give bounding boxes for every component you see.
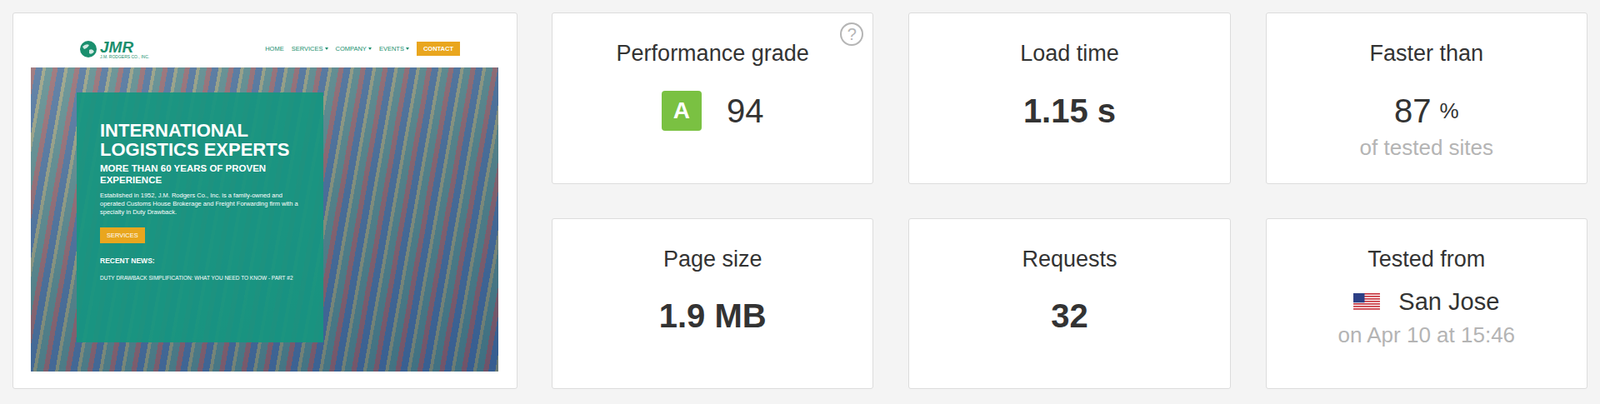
metric-value: 87 bbox=[1394, 92, 1432, 130]
chevron-down-icon bbox=[368, 47, 372, 50]
metric-note: on Apr 10 at 15:46 bbox=[1338, 322, 1516, 349]
metric-card: Load time 1.15 s bbox=[908, 12, 1230, 185]
hero-photo: INTERNATIONAL LOGISTICS EXPERTS MORE THA… bbox=[30, 67, 499, 372]
metric-label: Faster than bbox=[1370, 40, 1485, 67]
metric-card: ? Performance grade A 94 bbox=[551, 12, 874, 185]
metric-label: Tested from bbox=[1367, 246, 1485, 273]
logo-text: JMR bbox=[100, 39, 150, 55]
metric-value: 1.9 MB bbox=[659, 297, 767, 335]
metric-value: 32 bbox=[1050, 297, 1089, 335]
metric-label: Page size bbox=[663, 246, 763, 273]
chevron-down-icon bbox=[405, 47, 410, 50]
metric-label: Requests bbox=[1021, 246, 1117, 273]
site-nav: HOME SERVICES COMPANY EVENTS CONTACT bbox=[265, 41, 460, 56]
metric-value: San Jose bbox=[1398, 288, 1500, 316]
metric-card: Page size 1.9 MB bbox=[551, 218, 874, 390]
nav-item[interactable]: COMPANY bbox=[335, 45, 372, 53]
services-button[interactable]: SERVICES bbox=[100, 227, 145, 244]
site-screenshot: JMR J.M. RODGERS CO., INC. HOME SERVICES… bbox=[30, 30, 499, 372]
grade-badge: A bbox=[661, 90, 702, 131]
globe-icon bbox=[79, 40, 98, 59]
contact-button[interactable]: CONTACT bbox=[416, 41, 460, 56]
metric-label: Performance grade bbox=[616, 40, 810, 67]
hero-title: INTERNATIONAL LOGISTICS EXPERTS bbox=[100, 120, 309, 160]
site-header: JMR J.M. RODGERS CO., INC. HOME SERVICES… bbox=[30, 30, 499, 68]
metrics-grid: ? Performance grade A 94 Load time 1.15 … bbox=[551, 12, 1588, 390]
metric-value: 1.15 s bbox=[1023, 92, 1116, 130]
metric-label: Load time bbox=[1020, 40, 1120, 67]
hero-subtitle: MORE THAN 60 YEARS OF PROVEN EXPERIENCE bbox=[100, 163, 309, 187]
metric-note: of tested sites bbox=[1360, 135, 1494, 161]
metric-card: Tested from San Jose on Apr 10 at 15:46 bbox=[1265, 218, 1588, 390]
news-item[interactable]: DUTY DRAWBACK SIMPLIFICATION: WHAT YOU N… bbox=[100, 275, 309, 282]
nav-item[interactable]: SERVICES bbox=[291, 45, 329, 53]
chevron-down-icon bbox=[325, 47, 329, 50]
help-icon[interactable]: ? bbox=[840, 22, 864, 46]
news-heading: RECENT NEWS: bbox=[100, 256, 309, 265]
site-preview-card: JMR J.M. RODGERS CO., INC. HOME SERVICES… bbox=[12, 12, 518, 390]
hero-panel: INTERNATIONAL LOGISTICS EXPERTS MORE THA… bbox=[76, 92, 324, 343]
nav-item[interactable]: HOME bbox=[265, 45, 285, 53]
metric-card: Requests 32 bbox=[908, 218, 1230, 390]
metric-value: 94 bbox=[726, 92, 765, 130]
hero-text: Established in 1952, J.M. Rodgers Co., I… bbox=[100, 191, 309, 217]
us-flag-icon bbox=[1353, 293, 1380, 311]
metric-unit: % bbox=[1440, 98, 1460, 125]
metric-card: Faster than 87 % of tested sites bbox=[1265, 12, 1588, 185]
logo-subtitle: J.M. RODGERS CO., INC. bbox=[100, 55, 150, 60]
results-page: JMR J.M. RODGERS CO., INC. HOME SERVICES… bbox=[0, 0, 1600, 404]
site-logo[interactable]: JMR J.M. RODGERS CO., INC. bbox=[79, 39, 150, 60]
nav-item[interactable]: EVENTS bbox=[379, 45, 410, 53]
